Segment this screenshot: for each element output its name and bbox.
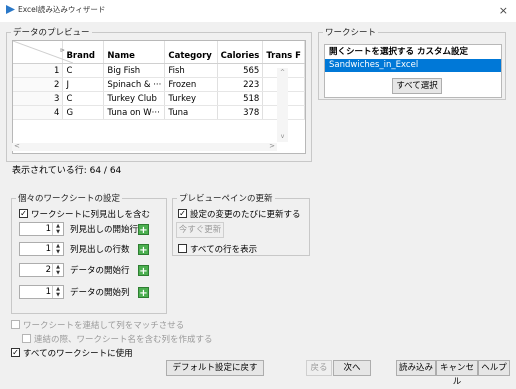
header-row-count-label: 列見出しの行数 [70, 245, 130, 255]
create-name-col-checkbox[interactable] [22, 334, 31, 343]
table-cell: Fish [164, 63, 218, 78]
data-start-row-spinner[interactable]: 2 ▲ ▼ [19, 263, 64, 277]
table-cell: Tuna on W··· [103, 105, 166, 120]
include-headers-label: ワークシートに列見出しを含む [31, 210, 151, 220]
rows-shown-status: 表示されている行: 64 / 64 [12, 166, 122, 176]
add-plus-icon[interactable]: + [138, 224, 149, 236]
spinner-arrows-icon[interactable]: ▲ ▼ [52, 286, 63, 298]
spinner-value: 2 [45, 265, 51, 275]
back-button[interactable]: 戻る [306, 360, 332, 376]
data-preview-legend: データのプレビュー [13, 28, 90, 38]
add-plus-icon[interactable]: + [138, 265, 149, 277]
next-button[interactable]: 次へ [333, 360, 371, 376]
update-on-change-label: 設定の変更のたびに更新する [190, 210, 301, 220]
header-start-row-spinner[interactable]: 1 ▲ ▼ [19, 222, 64, 236]
header-start-row-label: 列見出しの開始行 [70, 225, 139, 235]
column-header-calories[interactable]: Calories [217, 41, 264, 64]
corner-diagonal-icon: ⊳ [13, 41, 73, 63]
column-header-trans-fat[interactable]: Trans F [262, 41, 305, 64]
select-all-button[interactable]: すべて選択 [392, 78, 442, 94]
concat-match-checkbox[interactable] [11, 320, 20, 329]
table-cell: Turkey Club [103, 91, 166, 106]
data-start-col-label: データの開始列 [70, 288, 130, 298]
individual-settings-legend: 個々のワークシートの設定 [18, 194, 121, 204]
table-cell: Tuna [164, 105, 218, 120]
spinner-value: 1 [45, 224, 51, 234]
concat-match-label: ワークシートを連結して列をマッチさせる [23, 321, 185, 331]
scroll-up-icon[interactable]: ^ [277, 68, 288, 78]
scroll-down-icon[interactable]: v [277, 132, 288, 142]
table-cell: Turkey [164, 91, 218, 106]
use-all-label: すべてのワークシートに使用 [23, 349, 133, 359]
row-number: 1 [13, 63, 64, 78]
show-all-rows-label: すべての行を表示 [190, 245, 258, 255]
table-cell: C [62, 63, 105, 78]
data-start-col-spinner[interactable]: 1 ▲ ▼ [19, 285, 64, 299]
table-cell: C [62, 91, 105, 106]
table-cell: Frozen [164, 77, 218, 92]
use-all-checkbox[interactable]: ✓ [11, 348, 20, 357]
horizontal-scrollbar[interactable]: < > [12, 142, 277, 151]
worksheet-list-header: 開くシートを選択する カスタム設定 [329, 47, 468, 57]
svg-text:⊳: ⊳ [60, 47, 65, 54]
header-row-count-spinner[interactable]: 1 ▲ ▼ [19, 242, 64, 256]
spinner-value: 1 [45, 287, 51, 297]
spinner-arrows-icon[interactable]: ▲ ▼ [52, 223, 63, 235]
table-cell: Big Fish [103, 63, 166, 78]
table-row: 2 J Spinach & ··· Frozen 223 [13, 77, 305, 92]
table-row: 3 C Turkey Club Turkey 518 [13, 91, 305, 106]
row-number: 2 [13, 77, 64, 92]
spinner-arrows-icon[interactable]: ▲ ▼ [52, 264, 63, 276]
table-cell: 378 [217, 105, 264, 120]
close-icon[interactable]: × [499, 4, 508, 17]
table-row: 1 C Big Fish Fish 565 [13, 63, 305, 78]
table-cell: J [62, 77, 105, 92]
table-cell: G [62, 105, 105, 120]
row-number: 4 [13, 105, 64, 120]
table-cell: 223 [217, 77, 264, 92]
cancel-button[interactable]: キャンセル [436, 360, 478, 387]
column-header-name[interactable]: Name [103, 41, 166, 64]
table-corner: ⊳ [13, 41, 73, 64]
add-plus-icon[interactable]: + [138, 287, 149, 299]
table-cell: Spinach & ··· [103, 77, 166, 92]
app-icon [6, 5, 15, 14]
table-row: 4 G Tuna on W··· Tuna 378 [13, 105, 305, 120]
add-plus-icon[interactable]: + [138, 244, 149, 256]
column-header-category[interactable]: Category [164, 41, 218, 64]
table-cell: 565 [217, 63, 264, 78]
preview-update-legend: プレビューペインの更新 [179, 194, 273, 204]
table-cell: 518 [217, 91, 264, 106]
show-all-rows-checkbox[interactable] [178, 244, 187, 253]
update-on-change-checkbox[interactable]: ✓ [178, 209, 187, 218]
include-headers-checkbox[interactable]: ✓ [19, 209, 28, 218]
data-start-row-label: データの開始行 [70, 266, 130, 276]
vertical-scrollbar[interactable]: ^ v [277, 68, 288, 142]
spinner-value: 1 [45, 244, 51, 254]
title-bar: Excel読み込みウィザード × [0, 0, 516, 22]
restore-defaults-button[interactable]: デフォルト設定に戻す [166, 360, 264, 376]
update-now-button[interactable]: 今すぐ更新 [176, 222, 224, 238]
window-title: Excel読み込みウィザード [18, 5, 106, 14]
create-name-col-label: 連結の際、ワークシート名を含む列を作成する [34, 335, 213, 345]
worksheet-legend: ワークシート [325, 28, 377, 38]
import-button[interactable]: 読み込み [396, 360, 436, 376]
spinner-arrows-icon[interactable]: ▲ ▼ [52, 243, 63, 255]
data-preview-table: ⊳ Brand Name Category Calories Trans F 1… [12, 40, 306, 154]
help-button[interactable]: ヘルプ [478, 360, 510, 376]
scroll-right-icon[interactable]: > [269, 142, 275, 150]
worksheet-item-selected[interactable]: Sandwiches_in_Excel [325, 59, 501, 72]
scroll-left-icon[interactable]: < [14, 142, 20, 150]
row-number: 3 [13, 91, 64, 106]
